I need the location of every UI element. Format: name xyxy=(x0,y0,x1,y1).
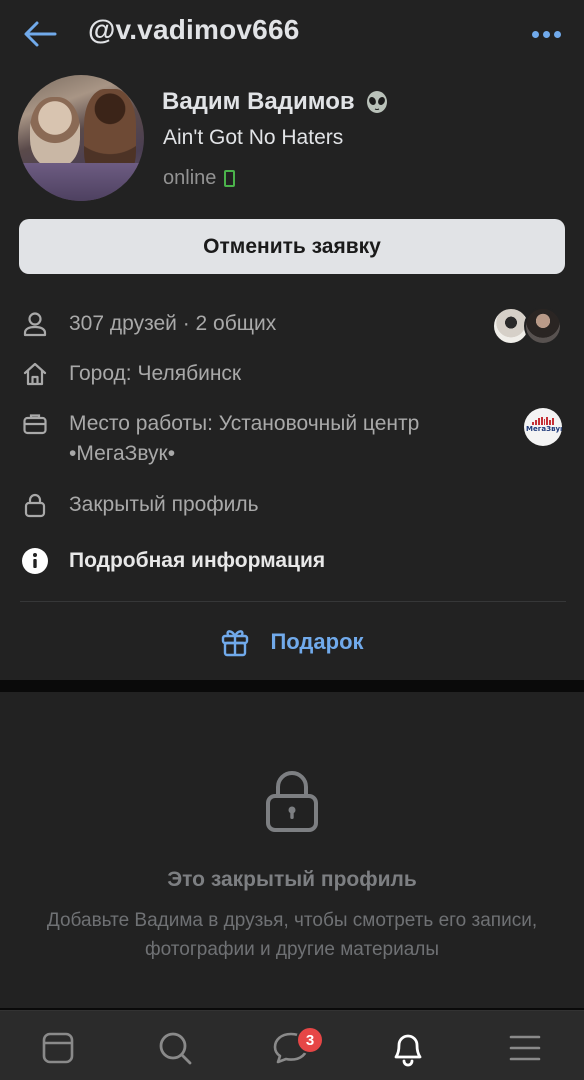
online-indicator: online xyxy=(163,167,236,190)
gift-button[interactable]: Подарок xyxy=(0,618,584,666)
city-label: Город: Челябинск xyxy=(69,362,242,385)
mutual-friend-avatar xyxy=(524,307,562,345)
lock-icon xyxy=(20,490,50,520)
profile-status: Ain't Got No Haters xyxy=(163,126,344,149)
feed-icon xyxy=(42,1032,74,1064)
more-button[interactable] xyxy=(528,22,564,46)
messages-badge: 3 xyxy=(296,1026,324,1054)
private-label: Закрытый профиль xyxy=(69,493,259,516)
gift-icon xyxy=(222,630,249,657)
mobile-phone-icon xyxy=(224,170,236,187)
profile-name-row: Вадим Вадимов xyxy=(162,88,389,116)
closed-profile-subtitle: Добавьте Вадима в друзья, чтобы смотреть… xyxy=(46,910,538,960)
profile-avatar[interactable] xyxy=(18,75,144,201)
back-button[interactable] xyxy=(18,14,62,54)
user-icon xyxy=(20,309,50,339)
briefcase-icon xyxy=(20,409,50,439)
home-icon xyxy=(20,359,50,389)
mutual-friends-avatars[interactable] xyxy=(492,307,562,345)
details-label: Подробная информация xyxy=(69,549,326,572)
alien-icon xyxy=(366,91,387,113)
closed-profile-title: Это закрытый профиль xyxy=(167,868,417,891)
notifications-bell-icon xyxy=(394,1034,422,1067)
profile-name: Вадим Вадимов xyxy=(162,88,355,115)
top-bar: @v.vadimov666 xyxy=(0,0,584,66)
lock-icon xyxy=(266,771,318,832)
menu-icon xyxy=(509,1035,541,1061)
company-logo-text: МегаЗвук xyxy=(526,425,562,433)
info-icon xyxy=(20,546,50,576)
tab-search[interactable] xyxy=(155,1028,195,1068)
search-icon xyxy=(159,1032,192,1065)
divider xyxy=(20,601,566,602)
cancel-request-button[interactable]: Отменить заявку xyxy=(19,219,565,274)
friends-count: 307 друзей · 2 общих xyxy=(69,312,277,335)
tab-feed[interactable] xyxy=(38,1028,78,1068)
tab-menu[interactable] xyxy=(505,1028,545,1068)
more-horizontal-icon xyxy=(531,30,539,38)
profile-handle: @v.vadimov666 xyxy=(88,14,300,45)
work-label: Место работы: Установочный центр •МегаЗв… xyxy=(69,412,420,465)
online-label: online xyxy=(163,167,217,189)
arrow-left-icon xyxy=(24,21,57,47)
gift-label: Подарок xyxy=(270,629,364,654)
tab-notifications[interactable] xyxy=(388,1028,428,1068)
work-company-logo[interactable]: МегаЗвук xyxy=(524,408,562,446)
